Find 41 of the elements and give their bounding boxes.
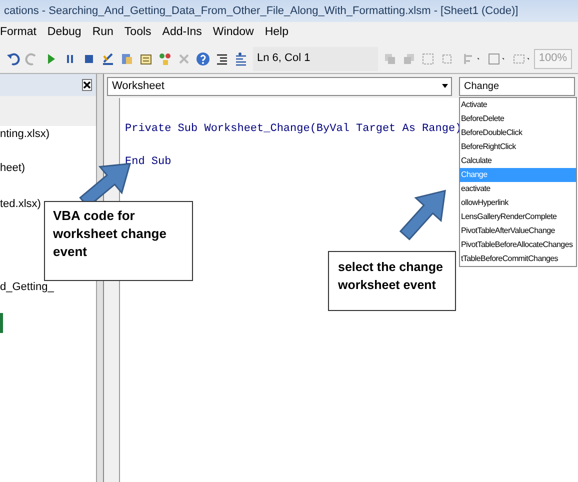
procedure-list-item[interactable]: ollowHyperlink xyxy=(460,196,576,210)
tree-item[interactable]: ted.xlsx) xyxy=(0,196,41,212)
indent-icon[interactable] xyxy=(215,52,229,66)
undo-icon[interactable] xyxy=(6,52,20,66)
tree-item[interactable]: d_Getting_ xyxy=(0,278,54,295)
design-mode-icon[interactable] xyxy=(101,52,115,66)
procedure-list-item[interactable]: LensGalleryRenderComplete xyxy=(460,210,576,224)
menu-item[interactable]: Help xyxy=(264,24,288,42)
help-icon[interactable] xyxy=(196,52,210,66)
close-icon[interactable] xyxy=(82,79,92,91)
cursor-position-text: Ln 6, Col 1 xyxy=(257,51,310,66)
menu-item[interactable]: Window xyxy=(212,24,254,42)
outdent-icon[interactable] xyxy=(234,52,248,66)
procedure-list-item[interactable]: BeforeRightClick xyxy=(460,140,576,154)
code-line: Private Sub Worksheet_Change(ByVal Target As Range) xyxy=(125,122,462,135)
tree-item[interactable]: nting.xlsx) xyxy=(0,126,50,142)
menu-item[interactable]: Debug xyxy=(47,24,82,42)
menu-item[interactable]: Run xyxy=(92,24,114,42)
procedure-list-item[interactable]: Activate xyxy=(460,98,576,112)
procedure-list-item[interactable]: eactivate xyxy=(460,182,576,196)
size-grid-icon[interactable] xyxy=(440,52,454,66)
paste-icon[interactable] xyxy=(402,52,416,66)
copy-icon[interactable] xyxy=(382,52,397,66)
procedure-list-item[interactable]: tTableBeforeCommitChanges xyxy=(460,252,576,266)
procedure-list-item[interactable]: BeforeDelete xyxy=(460,112,576,126)
object-dropdown[interactable]: Worksheet xyxy=(107,76,452,96)
properties-icon[interactable] xyxy=(139,52,153,66)
menu-item[interactable]: Format xyxy=(0,24,36,42)
procedure-dropdown[interactable]: Change xyxy=(459,76,575,96)
callout-text: VBA code for worksheet change event xyxy=(53,207,168,261)
procedure-list-item[interactable]: BeforeDoubleClick xyxy=(460,126,576,140)
callout-text: select the change worksheet event xyxy=(338,259,444,294)
procedure-list-item[interactable]: Calculate xyxy=(460,154,576,168)
sheet-tab-marker xyxy=(0,313,3,333)
menu-item[interactable]: Tools xyxy=(124,24,152,42)
tree-item[interactable]: heet) xyxy=(0,160,26,176)
procedure-list-item[interactable]: PivotTableBeforeAllocateChanges xyxy=(460,238,576,252)
menu-item[interactable]: Add-Ins xyxy=(162,24,202,42)
procedure-list-item[interactable]: PivotTableAfterValueChange xyxy=(460,224,576,238)
window-title: cations - Searching_And_Getting_Data_From_Other_File_Along_With_Formatting.xlsm - [Sheet1 (Code)] xyxy=(4,4,518,19)
align-grid-icon[interactable] xyxy=(420,52,435,66)
